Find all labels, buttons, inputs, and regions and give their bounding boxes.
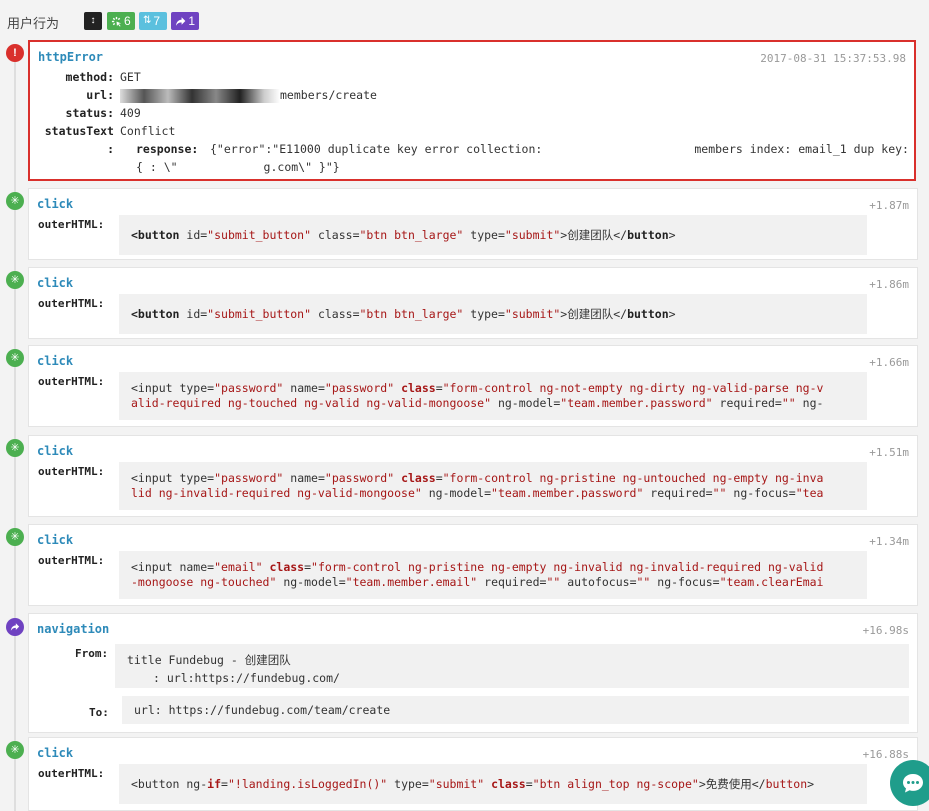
- event-time: +1.87m: [869, 199, 909, 212]
- outerhtml-code: <button ng-if="!landing.isLoggedIn()" ty…: [119, 764, 867, 804]
- xhr-count: 7: [153, 14, 161, 28]
- event-card-click[interactable]: click +1.51m outerHTML: <input type="pas…: [28, 435, 918, 517]
- outerhtml-code: <input type="password" name="password" c…: [119, 372, 867, 420]
- nav-from-value: title Fundebug - 创建团队: url:https://funde…: [115, 644, 909, 688]
- event-card-click[interactable]: click +1.86m outerHTML: <button id="subm…: [28, 267, 918, 339]
- event-card-click[interactable]: click +1.87m outerHTML: <button id="subm…: [28, 188, 918, 260]
- nav-count: 1: [188, 14, 195, 28]
- field-statustext: statusText Conflict: [44, 124, 176, 138]
- event-card-click[interactable]: click +1.66m outerHTML: <input type="pas…: [28, 345, 918, 427]
- click-burst-icon: ✳: [6, 528, 24, 546]
- click-burst-icon: ✳: [6, 271, 24, 289]
- section-title: 用户行为: [7, 16, 60, 31]
- event-card-click[interactable]: click +1.34m outerHTML: <input name="ema…: [28, 524, 918, 606]
- nav-to-label: To:: [89, 706, 109, 719]
- event-time: +16.98s: [862, 624, 909, 637]
- sort-toggle-button[interactable]: ↕: [84, 12, 102, 30]
- event-card-navigation[interactable]: navigation +16.98s From: title Fundebug …: [28, 613, 918, 733]
- sort-icon: ↕: [90, 15, 96, 26]
- exclamation-icon: !: [6, 44, 24, 62]
- filter-click-button[interactable]: 6: [107, 12, 135, 30]
- outerhtml-code: <input name="email" class="form-control …: [119, 551, 867, 599]
- event-type: click: [37, 746, 74, 760]
- share-arrow-icon: [6, 618, 24, 636]
- event-type: httpError: [38, 50, 104, 64]
- click-burst-icon: [111, 16, 122, 27]
- updown-arrows-icon: ⇅: [143, 15, 152, 26]
- click-burst-icon: ✳: [6, 439, 24, 457]
- outerhtml-code: <input type="password" name="password" c…: [119, 462, 867, 510]
- filter-navigation-button[interactable]: 1: [171, 12, 199, 30]
- field-url: url: members/create: [86, 88, 377, 103]
- event-time: +16.88s: [862, 748, 909, 761]
- nav-to-value: url: https://fundebug.com/team/create: [122, 696, 909, 724]
- click-burst-icon: ✳: [6, 741, 24, 759]
- outerhtml-label: outerHTML:: [38, 554, 105, 567]
- event-type: click: [37, 354, 74, 368]
- event-type: click: [37, 197, 74, 211]
- filter-xhr-button[interactable]: ⇅ 7: [139, 12, 167, 30]
- event-card-click[interactable]: click +16.88s outerHTML: <button ng-if="…: [28, 737, 918, 811]
- outerhtml-code: <button id="submit_button" class="btn bt…: [119, 294, 867, 334]
- outerhtml-label: outerHTML:: [38, 375, 105, 388]
- nav-from-label: From:: [75, 647, 109, 660]
- share-arrow-icon: [175, 16, 186, 26]
- event-time: 2017-08-31 15:37:53.98: [760, 52, 906, 65]
- outerhtml-label: outerHTML:: [38, 297, 105, 310]
- click-burst-icon: ✳: [6, 349, 24, 367]
- outerhtml-label: outerHTML:: [38, 218, 105, 231]
- chat-bubble-icon: [903, 774, 923, 793]
- click-burst-icon: ✳: [6, 192, 24, 210]
- event-time: +1.34m: [869, 535, 909, 548]
- event-time: +1.86m: [869, 278, 909, 291]
- event-type: click: [37, 276, 74, 290]
- header: 用户行为 ↕ 6 ⇅ 7 1: [0, 0, 929, 40]
- event-type: navigation: [37, 622, 110, 636]
- event-card-httperror[interactable]: httpError 2017-08-31 15:37:53.98 method:…: [28, 40, 916, 181]
- field-method: method: GET: [65, 70, 141, 84]
- event-type: click: [37, 444, 74, 458]
- outerhtml-label: outerHTML:: [38, 465, 105, 478]
- chat-button[interactable]: [890, 760, 929, 806]
- event-type: click: [37, 533, 74, 547]
- field-response: : response: {"error":"E11000 duplicate k…: [107, 142, 909, 174]
- timeline-rail: [14, 60, 16, 811]
- outerhtml-label: outerHTML:: [38, 767, 105, 780]
- event-time: +1.66m: [869, 356, 909, 369]
- event-time: +1.51m: [869, 446, 909, 459]
- field-status: status: 409: [65, 106, 141, 120]
- redacted-url: [120, 88, 280, 103]
- outerhtml-code: <button id="submit_button" class="btn bt…: [119, 215, 867, 255]
- click-count: 6: [124, 14, 131, 28]
